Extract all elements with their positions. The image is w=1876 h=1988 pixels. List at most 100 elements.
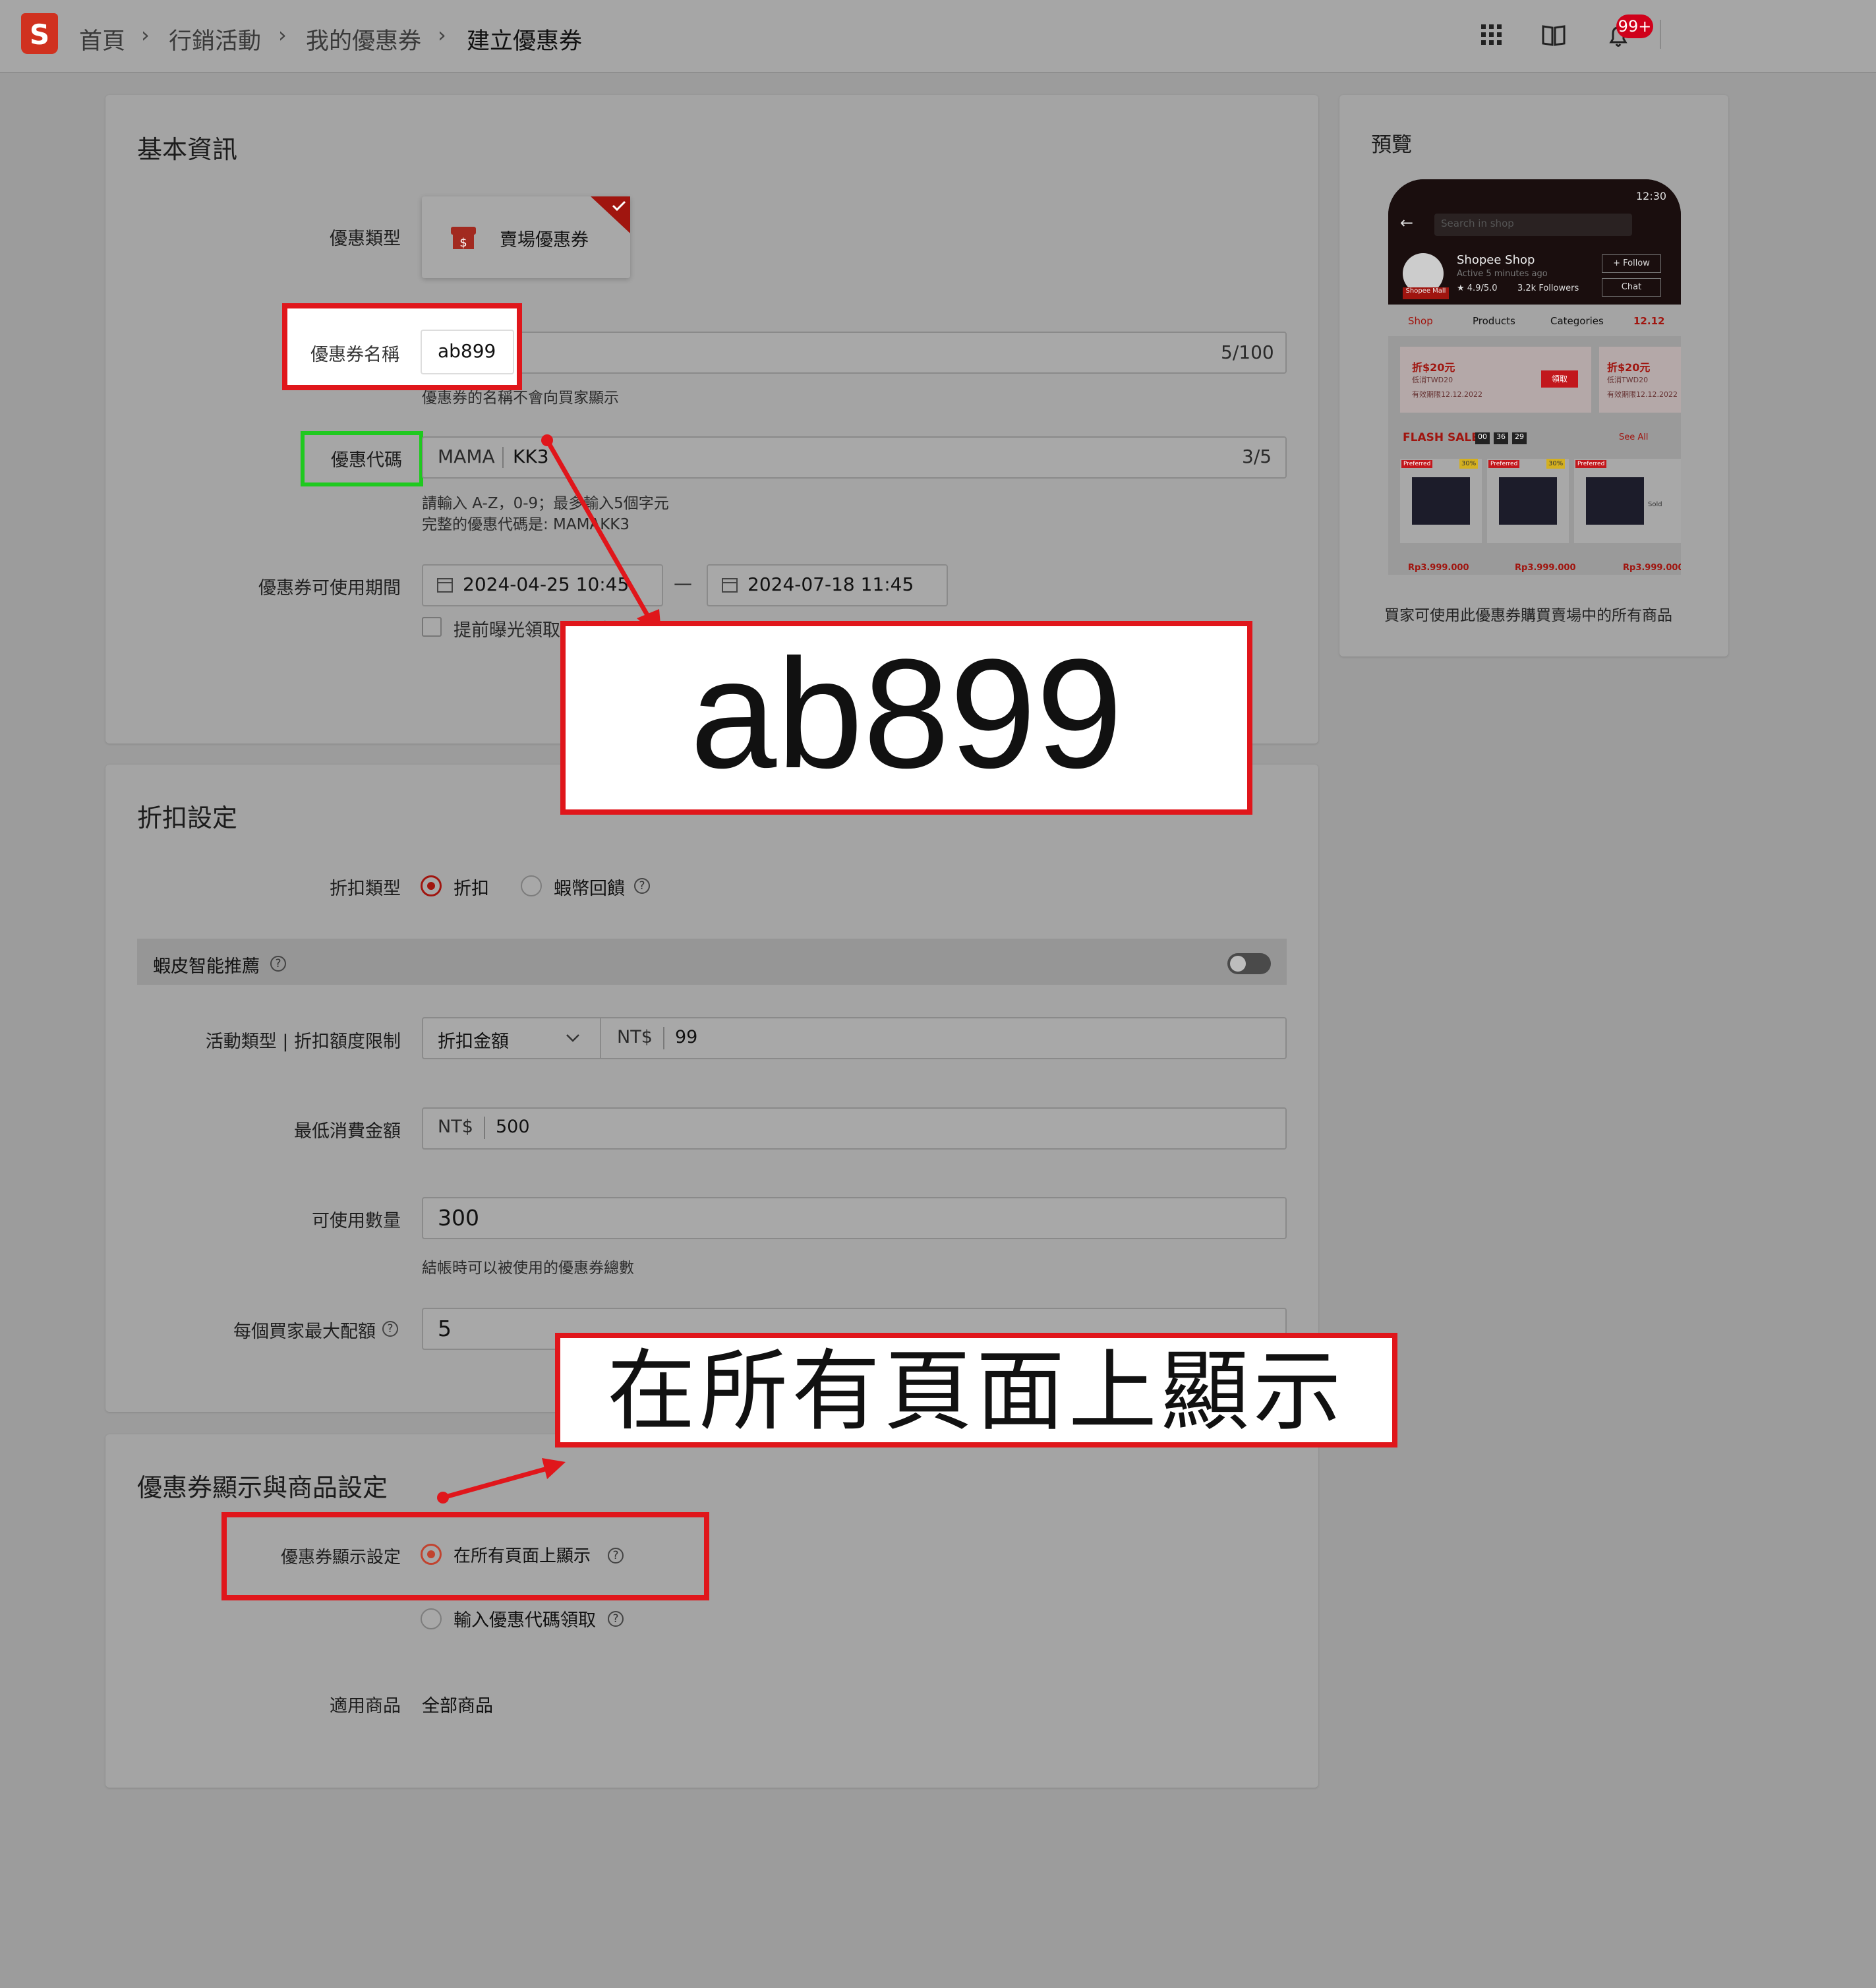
see-all-link[interactable]: See All [1619,432,1649,442]
product-price: Rp3.999.000 [1408,563,1469,573]
voucher-preview-amount: 折$20元 [1412,361,1455,374]
shop-active: Active 5 minutes ago [1457,269,1548,279]
max-per-buyer-label: 每個買家最大配額 [233,1322,376,1342]
shop-name: Shopee Shop [1457,253,1535,267]
help-icon[interactable]: ? [608,1548,624,1564]
phone-mockup: 12:30 ← Search in shop Shopee Mall Shope… [1388,179,1681,575]
divider [484,1117,485,1139]
shopee-logo-icon[interactable]: S [21,13,58,54]
help-icon[interactable]: ? [608,1611,624,1627]
flash-sale-title: FLASH SALE [1403,431,1479,444]
enter-code-radio[interactable] [421,1608,442,1629]
breadcrumb-home[interactable]: 首頁 [79,22,125,56]
shop-followers: 3.2k Followers [1517,283,1579,293]
product-price: Rp3.999.000 [1623,563,1681,573]
chevron-down-icon [566,1034,579,1042]
calendar-icon [437,578,453,593]
chevron-right-icon: › [141,22,150,47]
selected-check-icon [591,196,630,233]
product-image [1412,477,1470,525]
preferred-badge: Preferred [1575,460,1607,468]
voucher-preview-expiry: 有效期限12.12.2022 [1412,390,1482,399]
mall-badge: Shopee Mall [1403,287,1449,299]
min-spend-label: 最低消費金額 [294,1121,401,1142]
voucher-code-counter: 3/5 [1242,446,1272,467]
discount-type-label: 折扣類型 [330,879,401,899]
product-image [1499,477,1557,525]
voucher-code-label: 優惠代碼 [331,450,402,471]
voucher-name-label: 優惠券名稱 [310,345,399,365]
divider [600,1017,601,1059]
activity-type-select[interactable]: 折扣金額 [438,1027,509,1053]
apps-grid-icon[interactable] [1479,22,1504,47]
shop-voucher-option-label: 賣場優惠券 [500,230,589,250]
divider [502,447,504,468]
display-setting-label: 優惠券顯示設定 [280,1548,401,1567]
start-date-value: 2024-04-25 10:45 [463,573,630,595]
early-exposure-checkbox[interactable] [422,617,442,637]
min-spend-input[interactable] [422,1107,1287,1150]
toggle-knob [1230,956,1246,972]
date-range-dash: — [674,572,692,594]
breadcrumb-marketing[interactable]: 行銷活動 [169,22,261,56]
display-zoom-text: 在所有頁面上顯示 [606,1340,1345,1443]
voucher-preview-2-amount: 折$20元 [1607,361,1651,374]
usage-quantity-input[interactable] [422,1197,1287,1239]
applicable-products-label: 適用商品 [330,1696,401,1716]
usage-quantity-label: 可使用數量 [312,1211,401,1231]
name-zoom-text: ab899 [689,627,1123,801]
tab-categories[interactable]: Categories [1550,315,1604,327]
shop-search-placeholder: Search in shop [1441,218,1514,229]
activity-type-label: 活動類型 | 折扣額度限制 [205,1032,401,1052]
calendar-icon [722,578,738,593]
status-time: 12:30 [1636,190,1667,202]
voucher-name-value: ab899 [438,340,496,362]
max-per-buyer-value: 5 [438,1316,452,1341]
min-spend-value: 500 [496,1117,530,1137]
tab-products[interactable]: Products [1473,315,1515,327]
smart-recommend-bar [137,939,1287,985]
product-price: Rp3.999.000 [1515,563,1576,573]
breadcrumb-my-vouchers[interactable]: 我的優惠券 [306,22,421,56]
voucher-code-full-hint: 完整的優惠代碼是: MAMAKK3 [422,516,630,533]
timer-seconds: 29 [1512,432,1527,444]
breadcrumb-create-voucher: 建立優惠券 [467,28,583,55]
voucher-preview-2-expiry: 有效期限12.12.2022 [1607,390,1678,399]
help-icon[interactable]: ? [270,956,286,972]
end-date-value: 2024-07-18 11:45 [747,573,914,595]
chat-button[interactable]: Chat [1602,278,1661,297]
enter-code-label: 輸入優惠代碼領取 [454,1610,596,1631]
back-arrow-icon[interactable]: ← [1400,214,1413,232]
timer-minutes: 36 [1494,432,1508,444]
discount-radio[interactable] [421,875,442,896]
preview-title: 預覽 [1371,133,1412,157]
preview-caption: 買家可使用此優惠券購買賣場中的所有商品 [1384,607,1672,624]
voucher-name-input[interactable] [422,332,1287,374]
help-icon[interactable]: ? [382,1321,398,1337]
store-icon: $ [451,227,476,250]
svg-text:$: $ [459,236,467,250]
discount-tag: 30% [1546,459,1566,469]
voucher-preview-min: 低消TWD20 [1412,376,1453,384]
product-image [1586,477,1644,525]
claim-button[interactable]: 領取 [1541,370,1578,388]
discount-amount-input[interactable] [422,1017,1287,1059]
tab-shop[interactable]: Shop [1408,315,1433,327]
divider [663,1027,664,1049]
follow-button[interactable]: + Follow [1602,254,1661,273]
timer-hours: 00 [1475,432,1490,444]
preferred-badge: Preferred [1488,460,1520,468]
voucher-code-prefix: MAMA [438,446,495,467]
help-icon[interactable]: ? [634,878,650,894]
basic-info-title: 基本資訊 [137,135,238,164]
book-icon[interactable] [1541,22,1566,47]
usage-quantity-hint: 結帳時可以被使用的優惠券總數 [422,1260,634,1277]
discount-tag: 30% [1459,459,1479,469]
voucher-period-label: 優惠券可使用期間 [258,578,401,599]
show-all-pages-radio[interactable] [421,1544,442,1565]
voucher-code-input[interactable] [422,436,1287,479]
shop-rating: ★ 4.9/5.0 [1457,283,1498,293]
coins-cashback-radio[interactable] [521,875,542,896]
tab-1212[interactable]: 12.12 [1633,315,1664,327]
chevron-right-icon: › [278,22,287,47]
